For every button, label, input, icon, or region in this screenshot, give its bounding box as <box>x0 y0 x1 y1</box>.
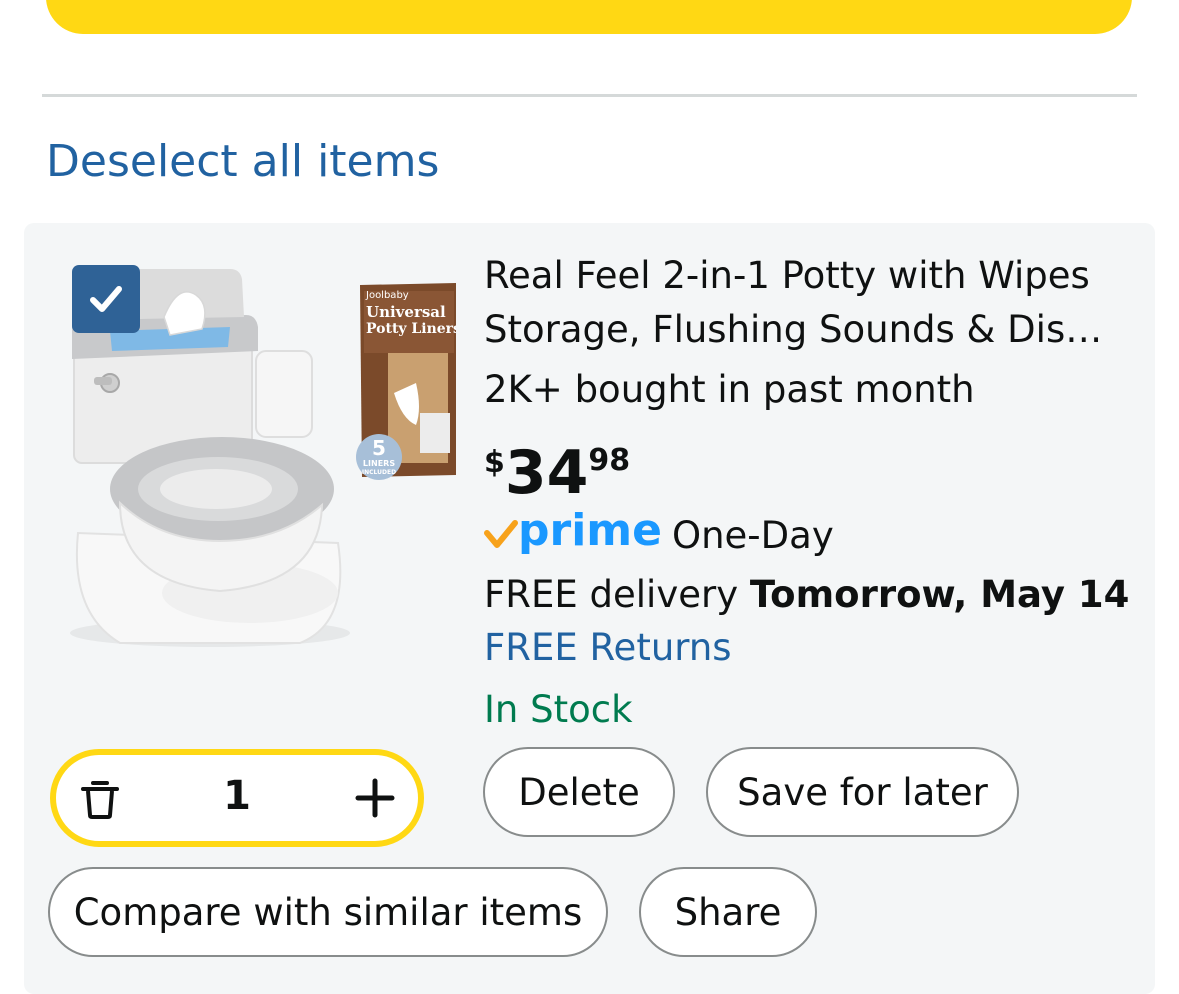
save-for-later-button[interactable]: Save for later <box>706 747 1019 837</box>
section-divider <box>42 94 1137 97</box>
prime-check-icon <box>484 520 518 548</box>
liners-package: Joolbaby Universal Potty Liners 5 LINERS… <box>356 283 456 480</box>
delivery-prefix: FREE delivery <box>484 573 750 616</box>
cart-item-card: Joolbaby Universal Potty Liners 5 LINERS… <box>24 223 1155 994</box>
bought-count: 2K+ bought in past month <box>484 368 975 411</box>
delete-button[interactable]: Delete <box>483 747 675 837</box>
prime-logo: prime <box>518 505 662 556</box>
price-fraction: 98 <box>588 443 631 478</box>
package-line1: Universal <box>366 303 446 321</box>
quantity-stepper: 1 <box>50 749 424 847</box>
plus-icon[interactable] <box>354 777 396 819</box>
compare-similar-button[interactable]: Compare with similar items <box>48 867 608 957</box>
badge-text2: INCLUDED <box>362 469 396 476</box>
product-title-link[interactable]: Real Feel 2-in-1 Potty with Wipes Storag… <box>484 249 1124 357</box>
price-whole: 34 <box>504 438 589 508</box>
product-title-line1: Real Feel 2-in-1 Potty with Wipes <box>484 254 1090 297</box>
item-select-checkbox[interactable] <box>72 265 140 333</box>
package-line2: Potty Liners <box>366 321 456 337</box>
badge-text1: LINERS <box>363 459 395 468</box>
prime-one-day: One-Day <box>671 513 834 557</box>
prime-badge: prime One-Day <box>484 509 834 557</box>
product-title-line2: Storage, Flushing Sounds & Dis… <box>484 308 1103 351</box>
delivery-date: Tomorrow, May 14 <box>749 573 1130 616</box>
proceed-to-checkout-button[interactable] <box>46 0 1132 34</box>
price: $3498 <box>484 437 630 509</box>
delivery-info: FREE delivery Tomorrow, May 14 <box>484 568 1129 622</box>
package-brand: Joolbaby <box>365 290 409 301</box>
share-button[interactable]: Share <box>639 867 817 957</box>
price-symbol: $ <box>484 445 505 480</box>
checkmark-icon <box>90 286 122 312</box>
deselect-all-link[interactable]: Deselect all items <box>46 134 439 190</box>
badge-number: 5 <box>372 436 386 460</box>
free-returns-link[interactable]: FREE Returns <box>484 621 732 675</box>
stock-status: In Stock <box>484 688 633 731</box>
